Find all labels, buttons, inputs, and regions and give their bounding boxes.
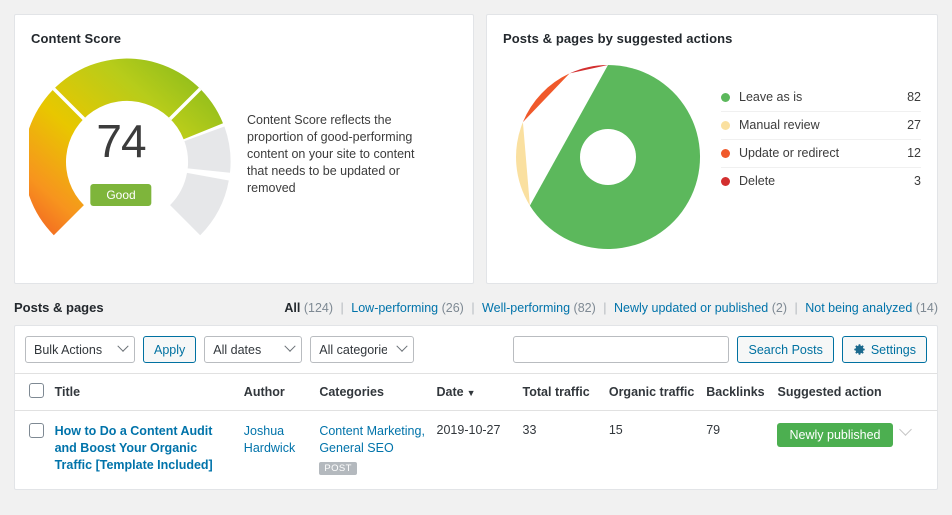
legend-item: Update or redirect 12 bbox=[721, 140, 921, 168]
filter-separator: | bbox=[341, 301, 344, 315]
row-suggested-action-cell: Newly published bbox=[773, 411, 896, 490]
gear-icon bbox=[853, 343, 866, 356]
content-score-gauge: 74 Good bbox=[29, 50, 241, 250]
legend-color-dot bbox=[721, 149, 730, 158]
column-header-suggested-action[interactable]: Suggested action bbox=[773, 374, 896, 411]
suggested-actions-title: Posts & pages by suggested actions bbox=[487, 15, 937, 46]
suggested-actions-card: Posts & pages by suggested actions bbox=[486, 14, 938, 284]
content-score-card: Content Score bbox=[14, 14, 474, 284]
row-post-type-badge: POST bbox=[319, 462, 356, 475]
settings-button[interactable]: Settings bbox=[842, 336, 927, 363]
column-header-total-traffic[interactable]: Total traffic bbox=[519, 374, 605, 411]
suggested-action-badge: Newly published bbox=[777, 423, 892, 447]
filter-count-low-performing: (26) bbox=[442, 301, 464, 315]
page-title: Posts & pages bbox=[14, 300, 104, 315]
column-header-date[interactable]: Date▼ bbox=[433, 374, 519, 411]
legend-value: 27 bbox=[907, 118, 921, 132]
row-checkbox[interactable] bbox=[29, 423, 44, 438]
row-expand-cell[interactable] bbox=[897, 411, 937, 490]
row-title-cell: How to Do a Content Audit and Boost Your… bbox=[51, 411, 240, 490]
donut-slice-manual-review bbox=[516, 122, 530, 206]
row-author-link[interactable]: Joshua Hardwick bbox=[244, 423, 312, 457]
dates-select-wrap: All dates bbox=[204, 336, 302, 363]
posts-table-head: Title Author Categories Date▼ Total traf… bbox=[15, 374, 937, 411]
row-total-traffic-cell: 33 bbox=[519, 411, 605, 490]
column-header-organic-traffic[interactable]: Organic traffic bbox=[605, 374, 702, 411]
sort-desc-icon: ▼ bbox=[467, 388, 476, 398]
column-header-author[interactable]: Author bbox=[240, 374, 316, 411]
row-date-cell: 2019-10-27 bbox=[433, 411, 519, 490]
table-header-row: Title Author Categories Date▼ Total traf… bbox=[15, 374, 937, 411]
row-categories-cell: Content Marketing, General SEO POST bbox=[315, 411, 432, 490]
legend-color-dot bbox=[721, 93, 730, 102]
legend-value: 82 bbox=[907, 90, 921, 104]
categories-select-wrap: All categories bbox=[310, 336, 414, 363]
posts-list-card: Bulk Actions Apply All dates All categor… bbox=[14, 325, 938, 490]
search-posts-button[interactable]: Search Posts bbox=[737, 336, 833, 363]
posts-toolbar: Bulk Actions Apply All dates All categor… bbox=[15, 326, 937, 373]
dashboard-cards-row: Content Score bbox=[0, 0, 952, 284]
legend-item: Manual review 27 bbox=[721, 112, 921, 140]
row-categories-link[interactable]: Content Marketing, General SEO bbox=[319, 423, 428, 457]
row-organic-traffic-cell: 15 bbox=[605, 411, 702, 490]
filter-link-all[interactable]: All bbox=[284, 301, 300, 315]
posts-table: Title Author Categories Date▼ Total traf… bbox=[15, 373, 937, 489]
apply-button[interactable]: Apply bbox=[143, 336, 196, 363]
filter-links: All (124) | Low-performing (26) | Well-p… bbox=[284, 301, 938, 315]
table-row: How to Do a Content Audit and Boost Your… bbox=[15, 411, 937, 490]
posts-pages-header: Posts & pages All (124) | Low-performing… bbox=[0, 284, 952, 325]
column-header-date-label: Date bbox=[437, 385, 464, 399]
filter-count-all: (124) bbox=[304, 301, 333, 315]
suggested-actions-legend: Leave as is 82 Manual review 27 Update o… bbox=[721, 84, 921, 195]
chevron-down-icon[interactable] bbox=[899, 423, 912, 436]
content-score-rating-badge: Good bbox=[90, 184, 151, 206]
legend-value: 3 bbox=[914, 174, 921, 188]
filter-link-newly-updated[interactable]: Newly updated or published bbox=[614, 301, 768, 315]
bulk-actions-select[interactable]: Bulk Actions bbox=[25, 336, 135, 363]
select-all-checkbox[interactable] bbox=[29, 383, 44, 398]
column-header-expand bbox=[897, 374, 937, 411]
row-title-link[interactable]: How to Do a Content Audit and Boost Your… bbox=[55, 423, 236, 474]
filter-separator: | bbox=[471, 301, 474, 315]
legend-item: Leave as is 82 bbox=[721, 84, 921, 112]
legend-label: Update or redirect bbox=[739, 146, 907, 160]
legend-color-dot bbox=[721, 121, 730, 130]
categories-select[interactable]: All categories bbox=[310, 336, 414, 363]
filter-count-not-analyzed: (14) bbox=[916, 301, 938, 315]
filter-link-not-analyzed[interactable]: Not being analyzed bbox=[805, 301, 912, 315]
bulk-actions-select-wrap: Bulk Actions bbox=[25, 336, 135, 363]
settings-button-label: Settings bbox=[871, 343, 916, 357]
donut-slice-update-or-redirect bbox=[523, 73, 570, 122]
donut-svg bbox=[511, 60, 705, 254]
filter-count-newly-updated: (2) bbox=[772, 301, 787, 315]
dates-select[interactable]: All dates bbox=[204, 336, 302, 363]
row-author-cell: Joshua Hardwick bbox=[240, 411, 316, 490]
row-backlinks-cell: 79 bbox=[702, 411, 773, 490]
content-score-value: 74 bbox=[29, 114, 213, 168]
legend-item: Delete 3 bbox=[721, 168, 921, 195]
filter-separator: | bbox=[795, 301, 798, 315]
content-score-body: 74 Good Content Score reflects the propo… bbox=[15, 46, 473, 250]
legend-value: 12 bbox=[907, 146, 921, 160]
select-all-header bbox=[15, 374, 51, 411]
suggested-actions-donut bbox=[503, 56, 713, 254]
column-header-title[interactable]: Title bbox=[51, 374, 240, 411]
legend-color-dot bbox=[721, 177, 730, 186]
filter-link-low-performing[interactable]: Low-performing bbox=[351, 301, 438, 315]
content-score-title: Content Score bbox=[15, 15, 473, 46]
search-input[interactable] bbox=[513, 336, 729, 363]
filter-count-well-performing: (82) bbox=[574, 301, 596, 315]
row-select-cell bbox=[15, 411, 51, 490]
legend-label: Leave as is bbox=[739, 90, 907, 104]
content-score-description: Content Score reflects the proportion of… bbox=[247, 112, 427, 197]
filter-link-well-performing[interactable]: Well-performing bbox=[482, 301, 570, 315]
column-header-categories[interactable]: Categories bbox=[315, 374, 432, 411]
suggested-actions-body: Leave as is 82 Manual review 27 Update o… bbox=[487, 46, 937, 254]
posts-table-body: How to Do a Content Audit and Boost Your… bbox=[15, 411, 937, 490]
donut-slice-delete bbox=[570, 65, 608, 73]
legend-label: Manual review bbox=[739, 118, 907, 132]
filter-separator: | bbox=[603, 301, 606, 315]
legend-label: Delete bbox=[739, 174, 914, 188]
column-header-backlinks[interactable]: Backlinks bbox=[702, 374, 773, 411]
